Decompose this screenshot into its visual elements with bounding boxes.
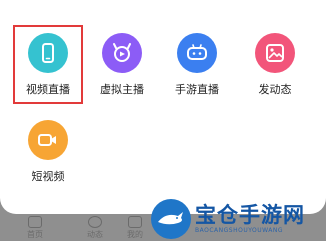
phone-video-icon	[28, 33, 68, 73]
tab-feed-label: 动态	[87, 230, 103, 239]
avatar-face-icon	[102, 33, 142, 73]
gamepad-icon	[177, 33, 217, 73]
virtual-anchor-option[interactable]: 虚拟主播	[91, 33, 153, 97]
profile-icon	[128, 216, 142, 228]
shark-logo-icon	[151, 198, 191, 239]
video-live-label: 视频直播	[26, 83, 70, 96]
site-watermark: 宝仓手游网 BAOCANGSHOUYOUWANG	[151, 196, 326, 241]
watermark-subtitle: BAOCANGSHOUYOUWANG	[195, 227, 284, 234]
short-video-option[interactable]: 短视频	[17, 120, 79, 184]
post-update-option[interactable]: 发动态	[244, 33, 306, 97]
mobile-game-live-option[interactable]: 手游直播	[166, 33, 228, 97]
video-camera-icon	[28, 120, 68, 160]
tab-mine-label: 我的	[127, 230, 143, 239]
video-live-option[interactable]: 视频直播	[17, 33, 79, 97]
mobile-game-live-label: 手游直播	[175, 83, 219, 96]
post-update-label: 发动态	[258, 83, 292, 96]
virtual-anchor-label: 虚拟主播	[100, 83, 144, 96]
watermark-title: 宝仓手游网	[195, 203, 305, 227]
feed-icon	[88, 216, 102, 228]
home-icon	[28, 216, 42, 228]
create-menu-sheet: 视频直播 虚拟主播 手游直播 发动态 短视频	[0, 0, 326, 214]
short-video-label: 短视频	[31, 170, 65, 183]
image-post-icon	[255, 33, 295, 73]
tab-home[interactable]: 首页	[10, 214, 60, 240]
tab-home-label: 首页	[27, 230, 43, 239]
